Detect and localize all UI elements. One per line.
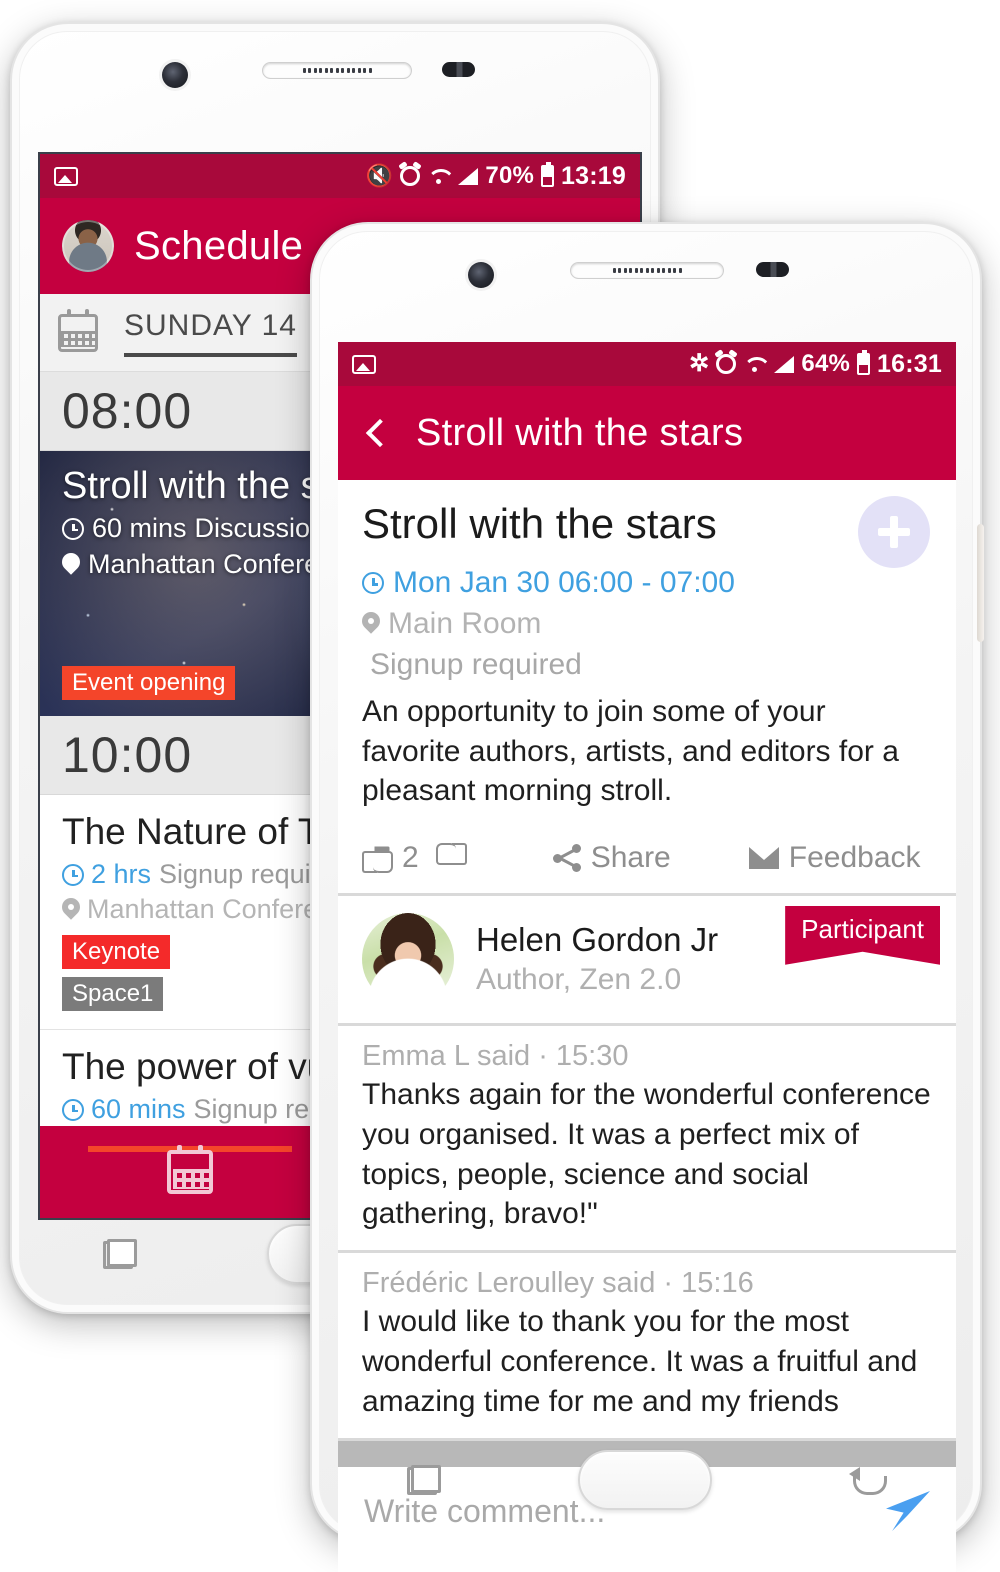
like-button[interactable]: 2 <box>362 841 419 875</box>
speaker-text: Helen Gordon Jr Author, Zen 2.0 <box>476 921 718 997</box>
status-bar-right: 🔇 70% 13:19 <box>366 162 626 191</box>
dislike-button[interactable] <box>437 843 467 873</box>
speaker-list-item[interactable]: Helen Gordon Jr Author, Zen 2.0 Particip… <box>338 896 956 1026</box>
add-to-schedule-button[interactable] <box>858 496 930 568</box>
tab-sunday-14[interactable]: SUNDAY 14 <box>124 309 297 357</box>
session-duration: 60 mins <box>91 1094 186 1124</box>
clock-icon <box>362 572 384 594</box>
bluetooth-icon: ✲ <box>689 350 710 377</box>
avatar <box>362 913 454 1006</box>
battery-percent-label: 64% <box>801 350 851 377</box>
wifi-icon <box>743 355 765 373</box>
status-badge: Event opening <box>62 666 236 700</box>
clock-icon <box>62 863 84 886</box>
comment-item: Frédéric Leroulley said · 15:16 I would … <box>338 1253 956 1442</box>
location-pin-icon <box>62 553 80 577</box>
status-bar-right: ✲ 64% 16:31 <box>689 350 942 379</box>
session-duration-group: 60 mins <box>62 1094 186 1125</box>
session-location-row: Main Room <box>362 607 932 641</box>
status-badge: Participant <box>785 905 940 965</box>
comment-author-time: Frédéric Leroulley said · 15:16 <box>362 1267 754 1300</box>
earpiece-grille <box>262 62 412 79</box>
alarm-icon <box>716 354 737 374</box>
status-bar-left <box>54 166 78 186</box>
signal-icon <box>456 167 479 185</box>
app-bar-front: Stroll with the stars <box>338 386 956 480</box>
earpiece-grille <box>570 262 724 279</box>
calendar-icon[interactable] <box>58 308 98 352</box>
sensor-cluster-back <box>12 62 658 96</box>
signup-label: Signup required <box>370 648 582 681</box>
status-bar-front: ✲ 64% 16:31 <box>338 342 956 386</box>
session-title: Stroll with the stars <box>362 500 717 547</box>
phone-device-front: ✲ 64% 16:31 Stroll with the stars Stroll… <box>310 222 984 1572</box>
hero-badge-row: Event opening <box>62 666 236 700</box>
recents-icon[interactable] <box>103 1239 137 1269</box>
session-location: Main Room <box>388 607 542 640</box>
page-title: Schedule <box>134 223 304 268</box>
status-bar-left <box>352 354 376 374</box>
session-location: Manhattan Conferenc <box>87 894 347 924</box>
comment-item: Emma L said · 15:30 Thanks again for the… <box>338 1026 956 1254</box>
like-count: 2 <box>402 840 419 874</box>
front-camera-icon <box>468 262 494 288</box>
speaker-name: Helen Gordon Jr <box>476 921 719 959</box>
feedback-label: Feedback <box>788 840 921 874</box>
page-title: Stroll with the stars <box>416 411 744 454</box>
status-bar-back: 🔇 70% 13:19 <box>40 154 640 198</box>
clock-icon <box>62 517 84 540</box>
back-icon[interactable] <box>849 1465 888 1495</box>
battery-icon <box>857 350 871 375</box>
session-duration: 60 mins <box>92 513 187 543</box>
mail-icon <box>748 846 779 869</box>
session-location: Manhattan Conferenc <box>88 549 348 579</box>
hardware-nav-front <box>338 1434 954 1526</box>
wifi-icon <box>427 167 449 185</box>
clock-label: 16:31 <box>877 349 942 378</box>
share-button[interactable]: Share <box>552 840 671 875</box>
session-detail-header: Stroll with the stars Mon Jan 30 06:00 -… <box>338 480 956 825</box>
comment-author-time: Emma L said · 15:30 <box>362 1039 629 1072</box>
avatar[interactable] <box>62 220 114 272</box>
comment-body: I would like to thank you for the most w… <box>362 1305 918 1419</box>
comment-body: Thanks again for the wonderful conferenc… <box>362 1077 931 1231</box>
screen-front: ✲ 64% 16:31 Stroll with the stars Stroll… <box>338 342 956 1572</box>
power-button[interactable] <box>977 524 984 642</box>
clock-label: 13:19 <box>561 161 626 190</box>
clock-icon <box>62 1098 84 1121</box>
proximity-sensor-icon <box>442 62 475 77</box>
location-pin-icon <box>62 898 80 922</box>
signal-icon <box>772 355 795 373</box>
calendar-icon <box>167 1145 213 1194</box>
speaker-role: Author, Zen 2.0 <box>476 963 682 997</box>
sensor-cluster-front <box>312 262 980 296</box>
bottom-nav-schedule[interactable] <box>40 1145 340 1194</box>
feedback-button[interactable]: Feedback <box>748 840 921 875</box>
mute-icon: 🔇 <box>365 163 394 188</box>
front-camera-icon <box>162 62 188 88</box>
recents-icon[interactable] <box>406 1465 441 1495</box>
session-action-bar: 2 Share Feedback <box>338 825 956 896</box>
battery-percent-label: 70% <box>485 162 535 189</box>
status-badge: Keynote <box>62 935 171 969</box>
location-pin-icon <box>362 612 380 636</box>
session-datetime: Mon Jan 30 06:00 - 07:00 <box>393 566 735 599</box>
session-duration: 2 hrs <box>91 859 152 889</box>
back-chevron-icon[interactable] <box>365 418 395 448</box>
share-icon <box>552 843 581 872</box>
session-duration-group: 2 hrs <box>62 859 151 890</box>
status-badge: Space1 <box>62 977 164 1011</box>
session-datetime-row: Mon Jan 30 06:00 - 07:00 <box>362 566 932 600</box>
alarm-icon <box>400 166 421 186</box>
image-icon <box>54 166 78 186</box>
battery-icon <box>541 162 555 187</box>
screenshot-stage: 🔇 70% 13:19 Schedule SUNDAY 14 M <box>0 0 1000 1572</box>
proximity-sensor-icon <box>756 262 789 277</box>
thumbs-up-icon <box>362 843 393 873</box>
image-icon <box>352 354 376 374</box>
home-button[interactable] <box>577 1450 712 1510</box>
share-label: Share <box>590 840 671 874</box>
thumbs-down-icon <box>437 843 467 873</box>
session-description: An opportunity to join some of your favo… <box>362 695 899 808</box>
